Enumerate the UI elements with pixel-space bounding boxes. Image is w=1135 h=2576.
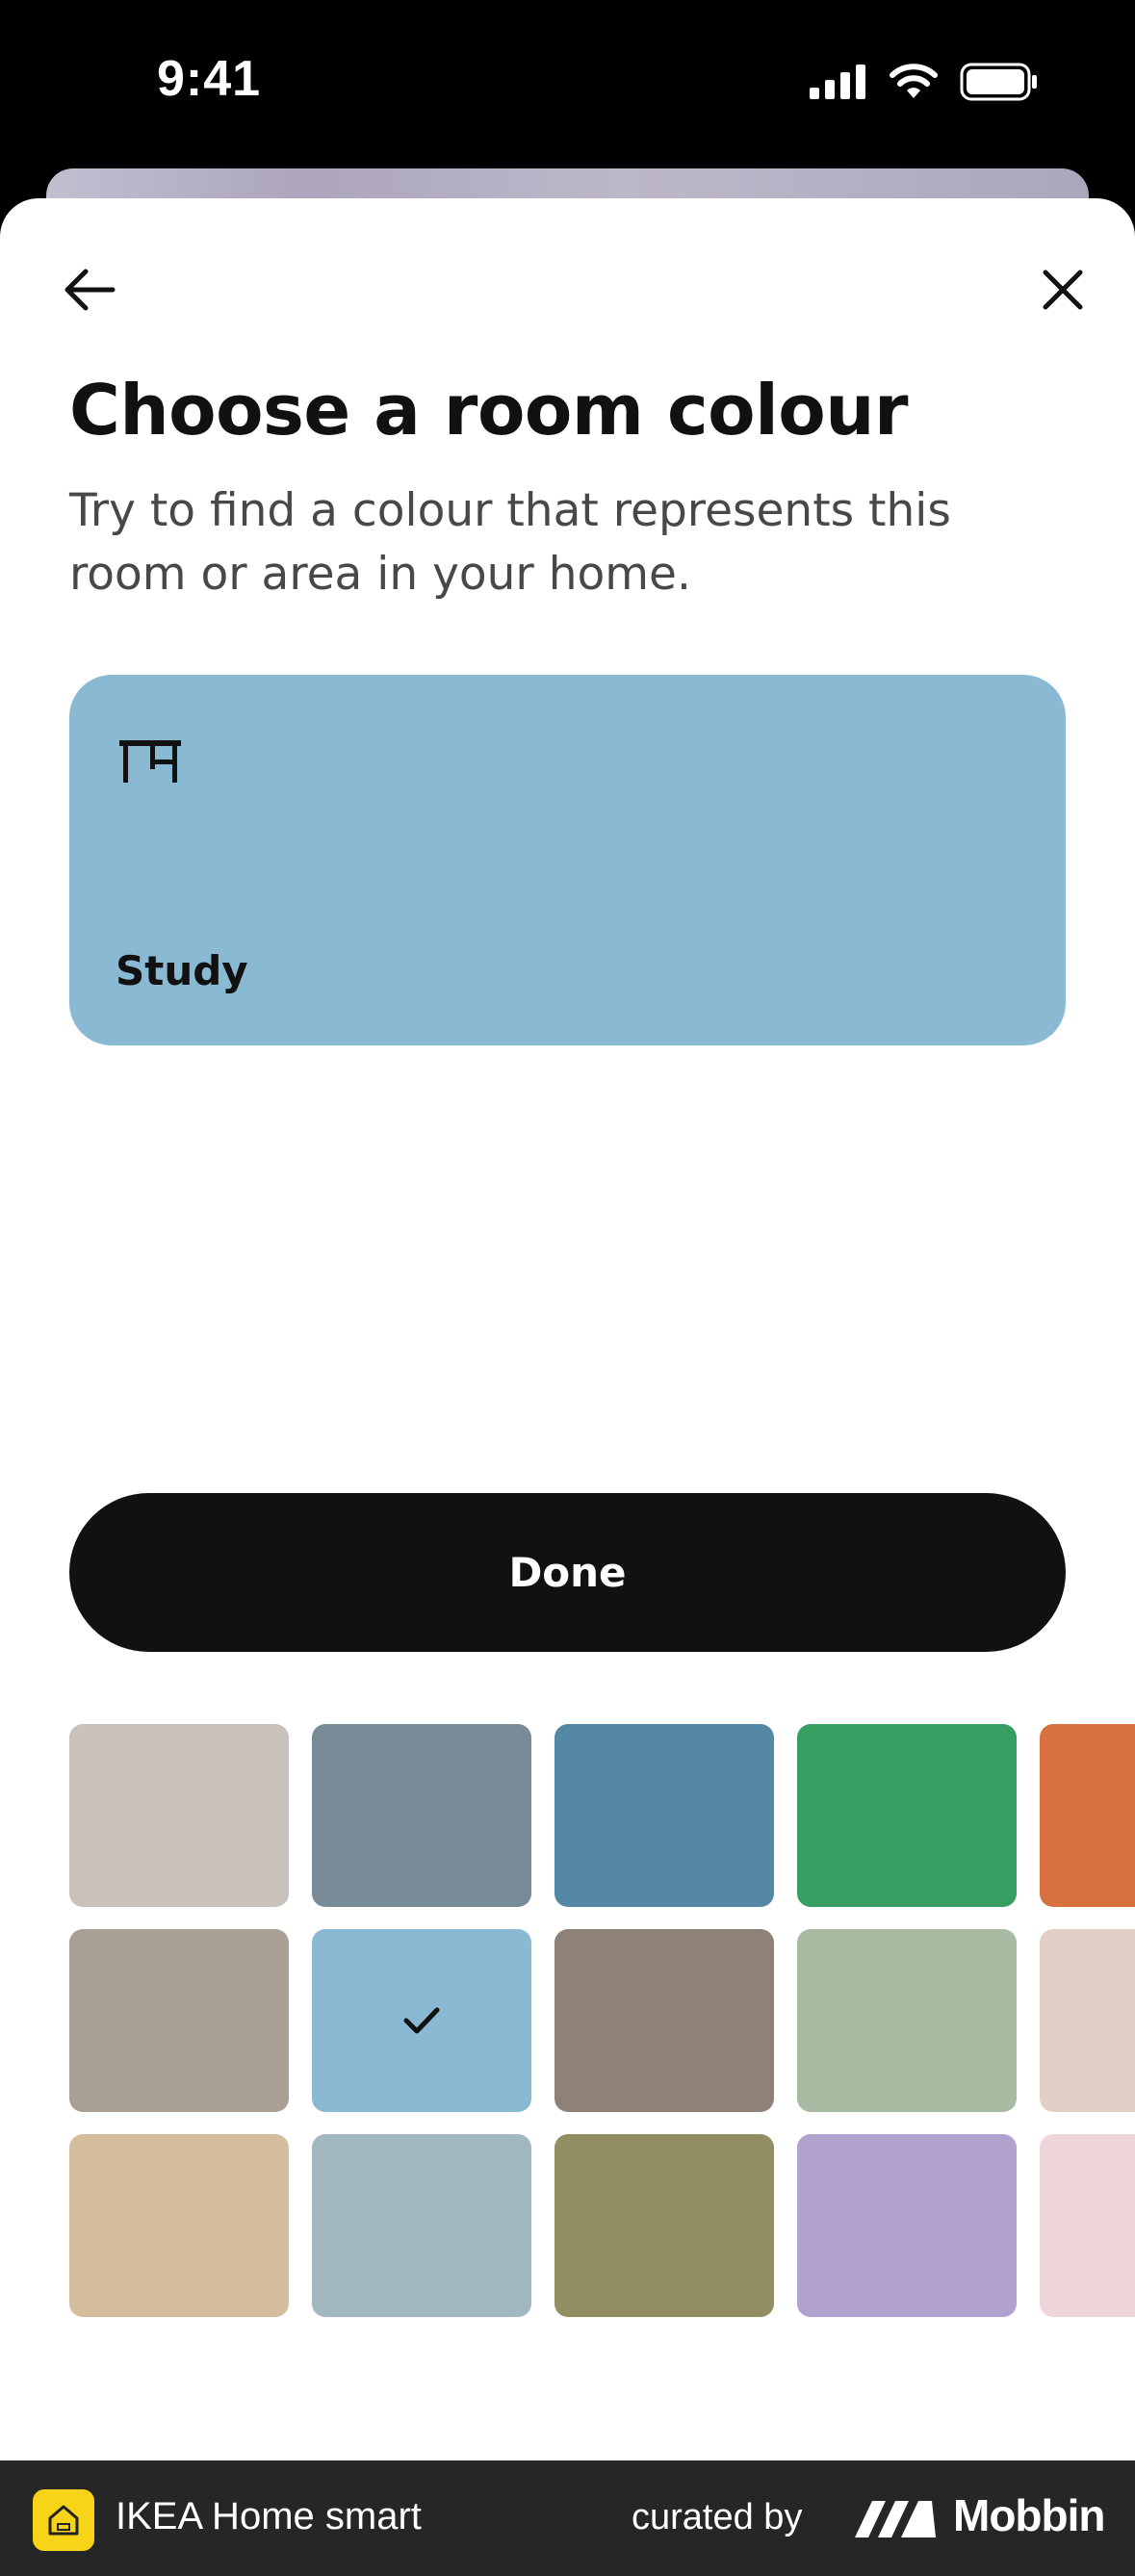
colour-swatch[interactable] [69,2134,289,2317]
colour-swatch[interactable] [69,1929,289,2112]
page-subtitle: Try to find a colour that represents thi… [69,484,951,601]
battery-icon [960,63,1037,101]
done-button[interactable]: Done [69,1493,1066,1652]
colour-swatch[interactable] [312,2134,531,2317]
arrow-left-icon [64,269,116,311]
room-preview-card: Study [69,675,1066,1045]
mobbin-logo-icon [855,2501,936,2537]
colour-swatch[interactable] [797,1929,1017,2112]
status-time: 9:41 [157,51,262,107]
close-button[interactable] [1019,246,1106,333]
colour-swatch[interactable] [1040,2134,1135,2317]
checkmark-icon [403,2007,440,2034]
app-logo [33,2489,94,2551]
colour-swatch[interactable] [1040,1929,1135,2112]
wifi-icon [890,64,938,98]
status-bar: 9:41 [0,0,1135,168]
cellular-signal-icon [810,64,865,99]
colour-swatch[interactable] [797,1724,1017,1907]
colour-swatch[interactable] [312,1724,531,1907]
app-name: IKEA Home smart [116,2495,422,2537]
colour-swatch[interactable] [69,1724,289,1907]
colour-swatch[interactable] [555,2134,774,2317]
status-icons [810,63,1039,101]
colour-swatch[interactable] [555,1724,774,1907]
colour-swatch-grid [69,1724,1135,2321]
mobbin-brand: Mobbin [953,2490,1105,2540]
colour-swatch[interactable] [555,1929,774,2112]
home-icon [48,2505,79,2536]
curated-by-label: curated by [632,2497,803,2537]
page-title: Choose a room colour [69,370,909,451]
room-colour-sheet: Choose a room colour Try to find a colou… [0,198,1135,2460]
room-name: Study [116,947,248,994]
close-icon [1043,270,1083,310]
colour-swatch[interactable] [797,2134,1017,2317]
desk-icon [119,740,181,783]
back-button[interactable] [46,246,133,333]
colour-swatch[interactable] [1040,1724,1135,1907]
colour-swatch[interactable] [312,1929,531,2112]
footer-bar: IKEA Home smart curated by Mobbin [0,2460,1135,2576]
